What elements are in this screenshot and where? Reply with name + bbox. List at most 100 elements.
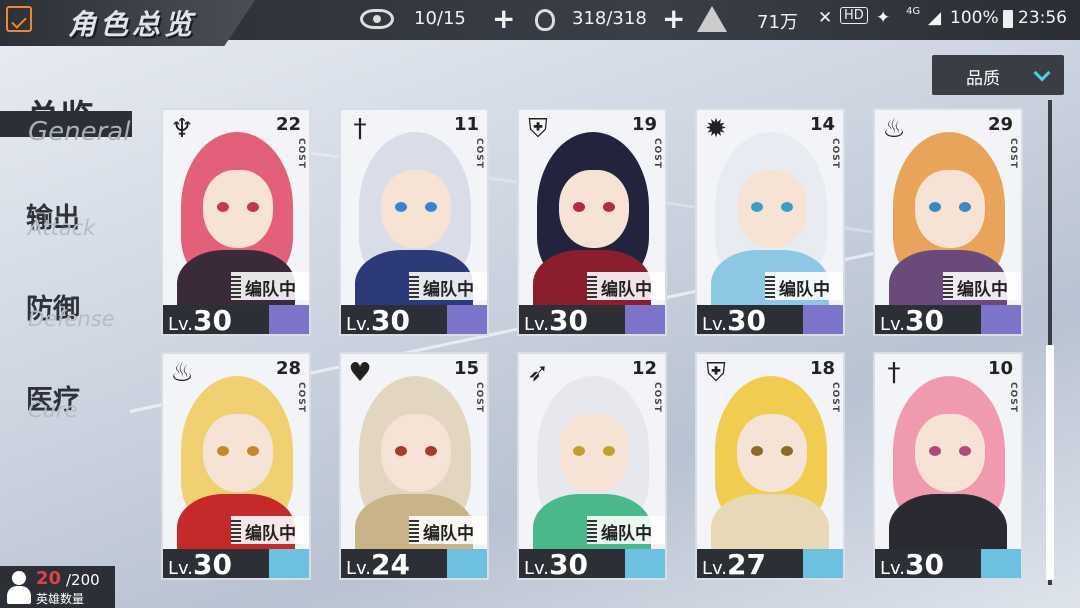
cost-label: COST xyxy=(652,138,662,169)
character-card[interactable]: ⛨ 19 COST 编队中 Lv.30 xyxy=(517,108,667,336)
cost-label: COST xyxy=(296,138,306,169)
category-general[interactable]: 总览 General xyxy=(26,90,130,147)
cost-label: COST xyxy=(474,382,484,413)
cost-label: COST xyxy=(652,382,662,413)
hero-count-panel: 20 /200 英雄数量 xyxy=(0,566,115,608)
in-team-badge: 编队中 xyxy=(587,272,665,300)
fire-icon: ♨ xyxy=(882,114,906,144)
character-card[interactable]: ⛨ 18 COST Lv.27 xyxy=(695,352,845,580)
stamina-value: 10/15 xyxy=(414,8,466,29)
rarity-stripe xyxy=(269,549,309,578)
cost-value: 11 xyxy=(453,114,479,135)
star-burst-icon: ✹ xyxy=(705,114,727,144)
cost-label: COST xyxy=(296,382,306,413)
level-prefix: Lv. xyxy=(880,314,906,335)
level-label: Lv.30 xyxy=(702,304,766,336)
level-label: Lv.30 xyxy=(524,548,588,580)
category-label-en: Attack xyxy=(28,216,96,240)
demon-icon: ♆ xyxy=(170,114,194,144)
level-label: Lv.24 xyxy=(346,548,410,580)
category-cure[interactable]: 医疗 Cure xyxy=(26,378,80,422)
level-value: 24 xyxy=(371,548,410,580)
character-card[interactable]: † 10 COST Lv.30 xyxy=(873,352,1023,580)
cost-label: COST xyxy=(474,138,484,169)
battery-icon xyxy=(1003,10,1013,28)
hero-count-current: 20 xyxy=(36,568,62,589)
barcode-decoration xyxy=(587,518,597,542)
clock: 23:56 xyxy=(1018,8,1067,28)
sword-icon: † xyxy=(887,358,901,388)
shield-icon: ⛨ xyxy=(706,358,726,388)
barcode-decoration xyxy=(409,518,419,542)
in-team-badge: 编队中 xyxy=(231,272,309,300)
stamina-icon xyxy=(360,9,394,29)
cost-value: 22 xyxy=(275,114,301,135)
character-card[interactable]: ♨ 28 COST 编队中 Lv.30 xyxy=(161,352,311,580)
level-prefix: Lv. xyxy=(702,558,728,579)
chevron-down-icon xyxy=(1033,64,1051,82)
level-label: Lv.30 xyxy=(524,304,588,334)
rarity-stripe xyxy=(803,305,843,334)
level-label: Lv.30 xyxy=(880,304,944,336)
level-prefix: Lv. xyxy=(346,558,372,579)
network-label: 4G xyxy=(906,6,921,17)
level-value: 30 xyxy=(371,304,410,336)
scrollbar-thumb[interactable] xyxy=(1046,345,1054,580)
add-stamina-button[interactable]: + xyxy=(492,4,515,34)
currency-icon xyxy=(697,6,727,32)
category-label-en: Cure xyxy=(28,398,78,422)
character-card[interactable]: ♥ 15 COST 编队中 Lv.24 xyxy=(339,352,489,580)
bow-icon: ➶ xyxy=(527,358,549,388)
level-prefix: Lv. xyxy=(168,558,194,579)
barcode-decoration xyxy=(231,518,241,542)
level-prefix: Lv. xyxy=(346,314,372,335)
category-defense[interactable]: 防御 Defense xyxy=(26,287,115,331)
rarity-stripe xyxy=(803,549,843,578)
character-card[interactable]: ♨ 29 COST 编队中 Lv.30 xyxy=(873,108,1023,336)
level-value: 30 xyxy=(193,548,232,580)
heart-icon: ♥ xyxy=(348,358,372,388)
quality-filter-label: 品质 xyxy=(966,69,1000,89)
battery-percent: 100% xyxy=(950,8,999,28)
level-label: Lv.27 xyxy=(702,548,766,579)
rarity-stripe xyxy=(981,549,1021,578)
hd-badge: HD xyxy=(840,7,868,24)
barcode-decoration xyxy=(231,274,241,298)
sword-icon: † xyxy=(353,114,367,144)
hero-icon xyxy=(6,571,32,604)
level-value: 30 xyxy=(549,548,588,580)
rarity-stripe xyxy=(269,305,309,334)
category-label-en: General xyxy=(28,117,131,147)
in-team-badge: 编队中 xyxy=(231,516,309,544)
back-icon[interactable] xyxy=(6,6,32,32)
level-value: 30 xyxy=(727,304,766,336)
fire-icon: ♨ xyxy=(170,358,194,388)
hero-count-label: 英雄数量 xyxy=(36,592,85,606)
category-label-en: Defense xyxy=(28,307,115,331)
level-value: 30 xyxy=(905,304,944,336)
in-team-badge: 编队中 xyxy=(943,272,1021,300)
barcode-decoration xyxy=(409,274,419,298)
character-card[interactable]: ✹ 14 COST 编队中 Lv.30 xyxy=(695,108,845,336)
signal-icon: ◢ xyxy=(928,8,942,28)
in-team-badge: 编队中 xyxy=(587,516,665,544)
rarity-stripe xyxy=(981,305,1021,334)
level-label: Lv.30 xyxy=(346,304,410,336)
top-bar: 角色总览 10/15 + 318/318 + 71万 ✕ HD ✦ 4G ◢ 1… xyxy=(0,0,1080,46)
quality-filter-dropdown[interactable]: 品质 xyxy=(932,55,1064,95)
category-attack[interactable]: 输出 Attack xyxy=(26,196,95,240)
character-card[interactable]: ♆ 22 COST 编队中 Lv.30 xyxy=(161,108,311,336)
character-card[interactable]: † 11 COST 编队中 Lv.30 xyxy=(339,108,489,336)
cost-value: 18 xyxy=(809,358,835,379)
wifi-icon: ✦ xyxy=(876,8,891,28)
rarity-stripe xyxy=(447,549,487,578)
add-energy-button[interactable]: + xyxy=(662,4,685,34)
shield-icon: ⛨ xyxy=(528,114,548,144)
level-prefix: Lv. xyxy=(168,314,194,335)
cost-label: COST xyxy=(830,382,840,413)
character-card[interactable]: ➶ 12 COST 编队中 Lv.30 xyxy=(517,352,667,580)
cost-value: 29 xyxy=(987,114,1013,135)
energy-icon xyxy=(535,9,555,31)
level-label: Lv.30 xyxy=(168,304,232,335)
energy-value: 318/318 xyxy=(572,8,647,29)
